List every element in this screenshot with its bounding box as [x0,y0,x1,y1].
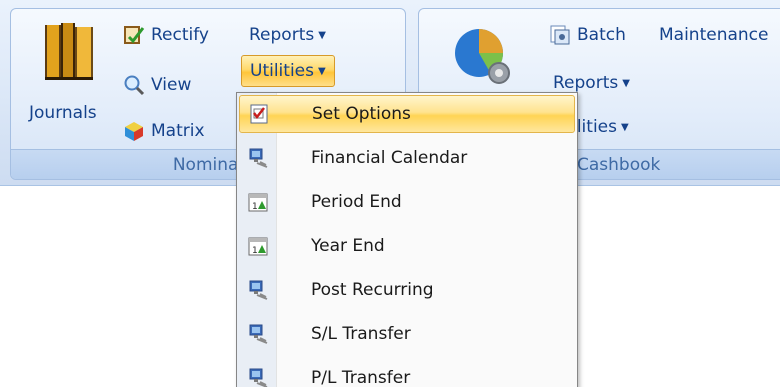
menu-item-set-options[interactable]: Set Options [239,95,575,133]
chevron-down-icon: ▼ [622,77,630,89]
menu-item-label: Period End [311,192,402,212]
rectify-button[interactable]: Rectify [123,21,209,49]
maintenance-label: Maintenance [659,25,769,45]
menu-item-year-end[interactable]: 1 Year End [239,227,575,265]
cashbook-reports-label: Reports [553,73,619,93]
svg-text:1: 1 [252,246,258,256]
nominal-reports-button[interactable]: Reports ▼ [249,21,326,49]
menu-item-label: Post Recurring [311,280,434,300]
menu-item-label: Year End [311,236,385,256]
batch-button[interactable]: Batch [549,21,626,49]
menu-item-label: S/L Transfer [311,324,411,344]
chevron-down-icon: ▼ [620,121,629,133]
journals-button[interactable]: Journals [21,17,99,141]
batch-icon [550,25,570,45]
nominal-reports-label: Reports [249,25,315,45]
chevron-down-icon: ▼ [318,29,326,41]
checklist-icon [250,104,268,124]
nominal-utilities-button[interactable]: Utilities ▼ [241,55,335,87]
utilities-menu: Set Options Financial Calendar 1 Period … [236,92,578,387]
menu-item-label: Set Options [312,104,411,124]
calendar-icon: 1 [248,237,268,256]
journals-label: Journals [29,103,97,123]
matrix-button[interactable]: Matrix [123,117,205,145]
menu-item-period-end[interactable]: 1 Period End [239,183,575,221]
computer-icon [249,368,268,387]
menu-item-label: P/L Transfer [311,368,411,387]
books-icon [45,23,93,80]
menu-item-pl-transfer[interactable]: P/L Transfer [239,359,575,387]
computer-icon [249,324,268,344]
menu-item-post-recurring[interactable]: Post Recurring [239,271,575,309]
menu-item-financial-calendar[interactable]: Financial Calendar [239,139,575,177]
rectify-icon [124,26,145,44]
maintenance-button[interactable]: Maintenance [659,21,768,49]
nominal-utilities-label: Utilities [250,61,314,81]
view-button[interactable]: View [123,71,191,99]
pie-chart-gear-icon [455,29,510,84]
view-label: View [151,75,192,95]
chevron-down-icon: ▼ [317,65,326,77]
magnifier-icon [124,75,145,96]
matrix-label: Matrix [151,121,205,141]
batch-label: Batch [577,25,626,45]
svg-text:1: 1 [252,202,258,212]
rectify-label: Rectify [151,25,209,45]
calendar-icon: 1 [248,193,268,212]
menu-item-label: Financial Calendar [311,148,468,168]
computer-icon [249,280,268,300]
computer-icon [249,148,268,168]
cube-icon [125,122,143,141]
cashbook-button[interactable] [451,25,515,89]
menu-item-sl-transfer[interactable]: S/L Transfer [239,315,575,353]
